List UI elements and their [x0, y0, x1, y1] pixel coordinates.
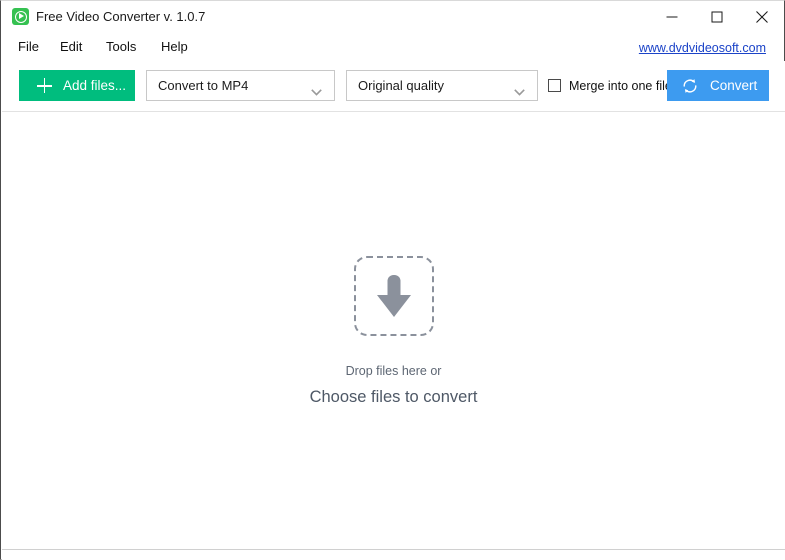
convert-button[interactable]: Convert	[667, 70, 769, 101]
menu-item-file[interactable]: File	[18, 38, 39, 55]
add-files-button[interactable]: Add files...	[19, 70, 135, 101]
merge-checkbox-label: Merge into one file	[569, 78, 672, 93]
close-icon	[755, 10, 768, 23]
maximize-icon	[711, 11, 722, 22]
download-arrow-icon	[353, 256, 434, 336]
close-button[interactable]	[739, 1, 784, 32]
menu-bar: File Edit Tools Help www.dvdvideosoft.co…	[1, 32, 784, 61]
quality-select-value: Original quality	[358, 78, 444, 93]
chevron-down-icon	[514, 83, 525, 101]
status-bar	[2, 549, 785, 560]
menu-item-edit[interactable]: Edit	[60, 38, 82, 55]
title-bar: Free Video Converter v. 1.0.7	[1, 1, 784, 32]
play-circle-icon	[12, 8, 29, 25]
chevron-down-icon	[311, 83, 322, 101]
plus-icon	[37, 85, 52, 87]
minimize-button[interactable]	[649, 1, 694, 32]
merge-checkbox[interactable]	[548, 79, 561, 92]
maximize-button[interactable]	[694, 1, 739, 32]
format-select-value: Convert to MP4	[158, 78, 249, 93]
sync-refresh-icon	[681, 77, 699, 98]
menu-item-tools[interactable]: Tools	[106, 38, 136, 55]
window-title: Free Video Converter v. 1.0.7	[36, 9, 206, 24]
quality-select[interactable]: Original quality	[346, 70, 538, 101]
menu-item-help[interactable]: Help	[161, 38, 188, 55]
application-window: Free Video Converter v. 1.0.7 File Edit …	[0, 0, 785, 560]
play-triangle	[18, 13, 24, 20]
website-link[interactable]: www.dvdvideosoft.com	[639, 40, 766, 56]
drop-files-hint: Drop files here or	[345, 364, 442, 378]
format-select[interactable]: Convert to MP4	[146, 70, 335, 101]
drop-files-area[interactable]: Drop files here or Choose files to conve…	[2, 112, 785, 549]
arrow-head	[376, 295, 411, 317]
toolbar: Add files... Convert to MP4 Original qua…	[2, 61, 785, 111]
minimize-icon	[666, 16, 677, 17]
merge-into-one-file-row[interactable]: Merge into one file	[548, 70, 672, 101]
choose-files-link[interactable]: Choose files to convert	[310, 387, 478, 408]
